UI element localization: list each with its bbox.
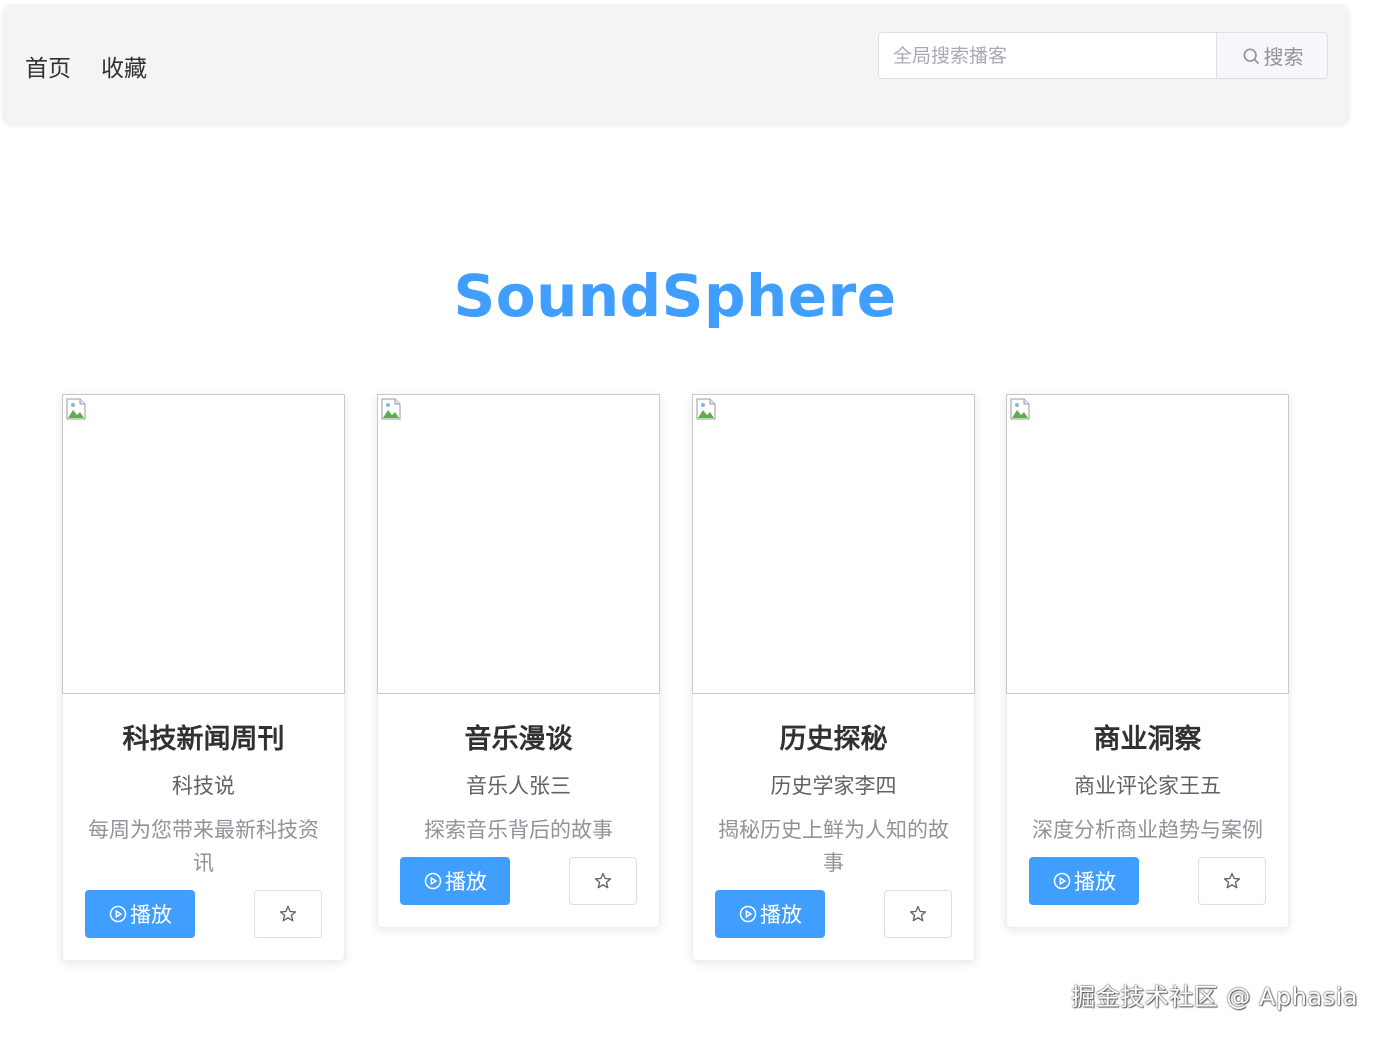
favorite-button[interactable] [254, 890, 322, 939]
favorite-button[interactable] [884, 890, 952, 939]
podcast-description: 深度分析商业趋势与案例 [1032, 818, 1263, 843]
podcast-description: 每周为您带来最新科技资讯 [88, 818, 319, 876]
play-button[interactable]: 播放 [715, 890, 825, 939]
search-bar: 搜索 [878, 32, 1328, 79]
podcast-author: 音乐人张三 [466, 774, 571, 799]
play-button[interactable]: 播放 [1029, 857, 1139, 906]
broken-image-icon [1010, 398, 1030, 420]
search-icon [1243, 48, 1259, 64]
podcast-card: 商业洞察 商业评论家王五 深度分析商业趋势与案例 播放 [1006, 394, 1289, 929]
podcast-title: 历史探秘 [779, 724, 888, 755]
play-button-label: 播放 [760, 903, 802, 928]
podcast-cover[interactable] [377, 394, 660, 694]
broken-image-icon [696, 398, 716, 420]
nav-item-home[interactable]: 首页 [25, 49, 71, 83]
search-input[interactable] [879, 33, 1216, 78]
podcast-description: 探索音乐背后的故事 [424, 818, 613, 843]
top-navbar: 首页 收藏 搜索 [2, 4, 1350, 126]
play-button-label: 播放 [445, 870, 487, 895]
podcast-title: 音乐漫谈 [464, 724, 573, 755]
play-circle-icon [1053, 873, 1071, 890]
podcast-cover[interactable] [692, 394, 975, 694]
star-icon [909, 906, 927, 922]
podcast-card: 科技新闻周刊 科技说 每周为您带来最新科技资讯 播放 [62, 394, 345, 962]
podcast-title: 商业洞察 [1093, 724, 1202, 755]
nav-item-favorites[interactable]: 收藏 [101, 49, 147, 83]
star-icon [1223, 873, 1241, 889]
podcast-author: 科技说 [172, 774, 235, 799]
podcast-card: 音乐漫谈 音乐人张三 探索音乐背后的故事 播放 [377, 394, 660, 929]
search-button[interactable]: 搜索 [1216, 33, 1327, 78]
app-title: SoundSphere [453, 262, 897, 330]
favorite-button[interactable] [569, 857, 637, 906]
star-icon [279, 906, 297, 922]
broken-image-icon [381, 398, 401, 420]
broken-image-icon [66, 398, 86, 420]
podcast-cover[interactable] [62, 394, 345, 694]
search-button-label: 搜索 [1263, 45, 1304, 69]
favorite-button[interactable] [1198, 857, 1266, 906]
play-button[interactable]: 播放 [400, 857, 510, 906]
play-button[interactable]: 播放 [85, 890, 195, 939]
watermark: 掘金技术社区 @ Aphasia [1071, 983, 1358, 1011]
podcast-author: 商业评论家王五 [1074, 774, 1221, 799]
podcast-author: 历史学家李四 [770, 774, 897, 799]
podcast-cover[interactable] [1006, 394, 1289, 694]
star-icon [594, 873, 612, 889]
play-circle-icon [109, 906, 127, 923]
podcast-title: 科技新闻周刊 [122, 724, 285, 755]
podcast-card: 历史探秘 历史学家李四 揭秘历史上鲜为人知的故事 播放 [692, 394, 975, 962]
play-circle-icon [424, 873, 442, 890]
play-button-label: 播放 [1074, 870, 1116, 895]
main-nav: 首页 收藏 [25, 49, 147, 83]
play-circle-icon [739, 906, 757, 923]
play-button-label: 播放 [130, 903, 172, 928]
podcast-description: 揭秘历史上鲜为人知的故事 [718, 818, 949, 876]
